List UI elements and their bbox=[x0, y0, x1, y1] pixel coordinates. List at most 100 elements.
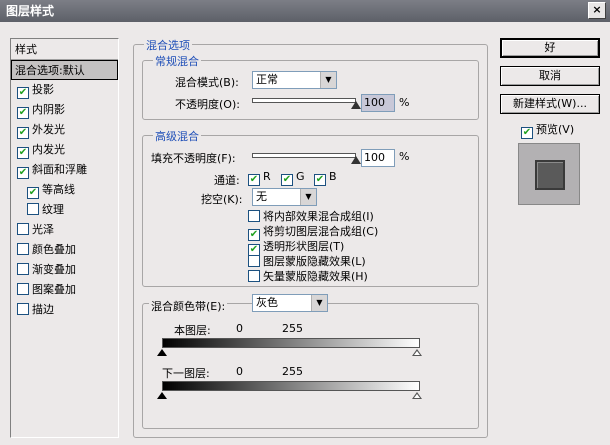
opacity-value: 100 bbox=[364, 96, 385, 109]
style-list-item[interactable]: ✔ 等高线 bbox=[11, 180, 118, 200]
style-list-item[interactable]: 纹理 bbox=[11, 200, 118, 220]
new-style-button[interactable]: 新建样式(W)... bbox=[500, 94, 600, 114]
style-list-item-label: 混合选项:默认 bbox=[15, 64, 85, 77]
style-list-item-label: 纹理 bbox=[42, 203, 64, 216]
style-checkbox[interactable]: ✔ bbox=[17, 147, 29, 159]
fill-opacity-slider[interactable] bbox=[252, 153, 356, 158]
style-list-item-label: 图案叠加 bbox=[32, 283, 76, 296]
style-checkbox[interactable] bbox=[17, 243, 29, 255]
knockout-label: 挖空(K): bbox=[201, 193, 243, 206]
underlying-layer-white-slider[interactable] bbox=[412, 392, 422, 399]
style-list-item-label: 内发光 bbox=[32, 143, 65, 156]
blend-mode-select[interactable]: 正常 ▼ bbox=[252, 71, 337, 89]
style-checkbox[interactable] bbox=[27, 203, 39, 215]
channel-g[interactable]: ✔ G bbox=[281, 170, 305, 186]
style-list-item-label: 光泽 bbox=[32, 223, 54, 236]
opacity-input[interactable]: 100 bbox=[361, 94, 395, 112]
channel-g-label: G bbox=[296, 170, 305, 183]
preview-label: 预览(V) bbox=[536, 123, 575, 136]
style-checkbox[interactable]: ✔ bbox=[17, 87, 29, 99]
opacity-unit: % bbox=[399, 96, 410, 109]
blend-options-title: 混合选项 bbox=[144, 37, 192, 53]
style-list-item-label: 描边 bbox=[32, 303, 54, 316]
opacity-slider[interactable] bbox=[252, 98, 356, 103]
style-list-item[interactable]: 描边 bbox=[11, 300, 118, 320]
blend-if-select[interactable]: 灰色 ▼ bbox=[252, 294, 328, 312]
channel-g-checkbox[interactable]: ✔ bbox=[281, 174, 293, 186]
opacity-label: 不透明度(O): bbox=[175, 98, 240, 111]
preview-swatch bbox=[535, 160, 565, 190]
advanced-option-checkbox[interactable] bbox=[248, 255, 260, 267]
advanced-option[interactable]: 图层蒙版隐藏效果(L) bbox=[248, 253, 366, 269]
style-list-item[interactable]: 图案叠加 bbox=[11, 280, 118, 300]
preview-checkbox[interactable]: ✔ bbox=[521, 127, 533, 139]
channel-r-checkbox[interactable]: ✔ bbox=[248, 174, 260, 186]
close-button[interactable]: × bbox=[588, 2, 606, 19]
advanced-option-checkbox[interactable] bbox=[248, 210, 260, 222]
channel-b-checkbox[interactable]: ✔ bbox=[314, 174, 326, 186]
fill-opacity-label: 填充不透明度(F): bbox=[151, 152, 236, 165]
preview-toggle[interactable]: ✔ 预览(V) bbox=[521, 121, 574, 139]
style-preview bbox=[518, 143, 580, 205]
underlying-layer-black-slider[interactable] bbox=[157, 392, 167, 399]
blend-mode-value: 正常 bbox=[256, 73, 278, 86]
style-list-item-label: 内阴影 bbox=[32, 103, 65, 116]
opacity-slider-thumb[interactable] bbox=[351, 101, 361, 109]
style-checkbox[interactable] bbox=[17, 223, 29, 235]
style-checkbox[interactable] bbox=[17, 303, 29, 315]
style-checkbox[interactable] bbox=[17, 263, 29, 275]
style-list-item[interactable]: ✔ 内阴影 bbox=[11, 100, 118, 120]
style-list-item-label: 等高线 bbox=[42, 183, 75, 196]
cancel-button[interactable]: 取消 bbox=[500, 66, 600, 86]
style-list-item[interactable]: ✔ 内发光 bbox=[11, 140, 118, 160]
style-checkbox[interactable]: ✔ bbox=[17, 127, 29, 139]
style-list-item-label: 斜面和浮雕 bbox=[32, 163, 87, 176]
layer-style-dialog: 图层样式 × 样式 混合选项:默认 ✔ 投影 ✔ 内阴影 ✔ 外发光 ✔ 内发光 ✔ 斜面和浮雕 ✔ 等… bbox=[0, 0, 610, 445]
advanced-option[interactable]: 将内部效果混合成组(I) bbox=[248, 208, 374, 224]
advanced-option[interactable]: 矢量蒙版隐藏效果(H) bbox=[248, 268, 368, 284]
style-list-item[interactable]: 颜色叠加 bbox=[11, 240, 118, 260]
blend-mode-label: 混合模式(B): bbox=[175, 76, 239, 89]
style-list-item-label: 渐变叠加 bbox=[32, 263, 76, 276]
style-checkbox[interactable]: ✔ bbox=[17, 167, 29, 179]
style-list-item[interactable]: 光泽 bbox=[11, 220, 118, 240]
this-layer-white-slider[interactable] bbox=[412, 349, 422, 356]
advanced-option-checkbox[interactable] bbox=[248, 270, 260, 282]
channel-r-label: R bbox=[263, 170, 271, 183]
style-list-item[interactable]: 渐变叠加 bbox=[11, 260, 118, 280]
chevron-down-icon: ▼ bbox=[300, 189, 316, 205]
style-checkbox[interactable]: ✔ bbox=[17, 107, 29, 119]
style-list-item[interactable]: ✔ 斜面和浮雕 bbox=[11, 160, 118, 180]
general-blending-title: 常规混合 bbox=[153, 53, 201, 69]
advanced-option-label: 透明形状图层(T) bbox=[263, 240, 345, 253]
chevron-down-icon: ▼ bbox=[311, 295, 327, 311]
style-list-item[interactable]: ✔ 投影 bbox=[11, 80, 118, 100]
channel-r[interactable]: ✔ R bbox=[248, 170, 271, 186]
style-checkbox[interactable] bbox=[17, 283, 29, 295]
fill-opacity-unit: % bbox=[399, 150, 410, 163]
fill-opacity-slider-thumb[interactable] bbox=[351, 156, 361, 164]
advanced-option-label: 将剪切图层混合成组(C) bbox=[263, 225, 379, 238]
this-layer-label: 本图层: bbox=[174, 324, 211, 337]
advanced-blending-title: 高级混合 bbox=[153, 128, 201, 144]
this-layer-black-slider[interactable] bbox=[157, 349, 167, 356]
fill-opacity-value: 100 bbox=[364, 151, 385, 164]
channel-b[interactable]: ✔ B bbox=[314, 170, 337, 186]
channels-label: 通道: bbox=[214, 174, 240, 187]
knockout-value: 无 bbox=[256, 190, 267, 203]
fill-opacity-input[interactable]: 100 bbox=[361, 149, 395, 167]
knockout-select[interactable]: 无 ▼ bbox=[252, 188, 317, 206]
close-icon: × bbox=[592, 3, 602, 16]
style-checkbox[interactable]: ✔ bbox=[27, 187, 39, 199]
style-list-item[interactable]: ✔ 外发光 bbox=[11, 120, 118, 140]
blend-if-value: 灰色 bbox=[256, 296, 278, 309]
style-list-item-label: 投影 bbox=[32, 83, 54, 96]
ok-button[interactable]: 好 bbox=[500, 38, 600, 58]
this-layer-max: 255 bbox=[282, 322, 303, 335]
underlying-layer-min: 0 bbox=[236, 365, 243, 378]
underlying-layer-max: 255 bbox=[282, 365, 303, 378]
style-list-header[interactable]: 样式 bbox=[11, 39, 118, 60]
style-list-item[interactable]: 混合选项:默认 bbox=[11, 60, 118, 80]
this-layer-min: 0 bbox=[236, 322, 243, 335]
advanced-option-label: 图层蒙版隐藏效果(L) bbox=[263, 255, 366, 268]
